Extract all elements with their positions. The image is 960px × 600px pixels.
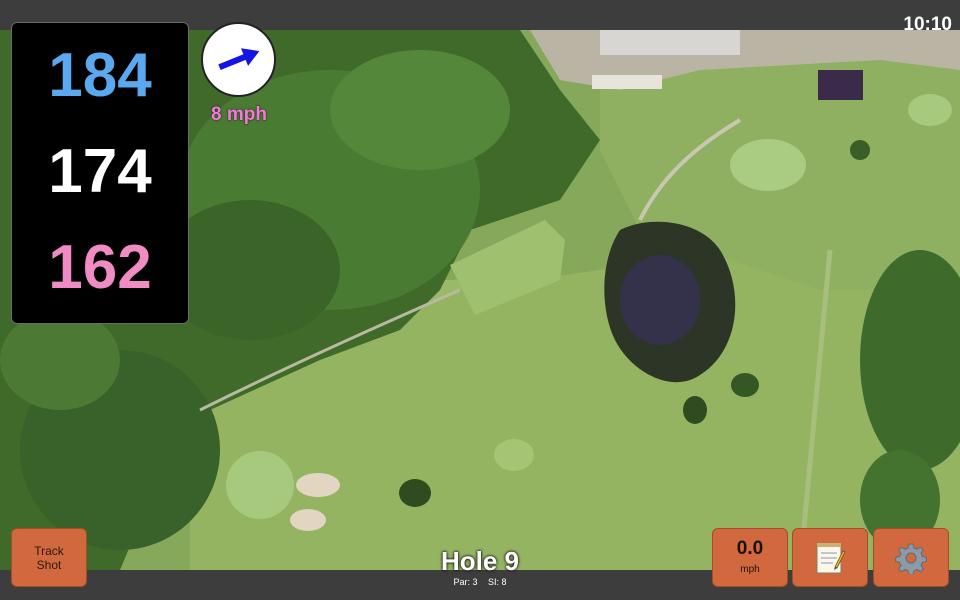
- hole-title: Hole 9: [440, 546, 520, 576]
- track-shot-label-line1: Track: [34, 543, 64, 558]
- settings-button[interactable]: [873, 528, 949, 587]
- status-clock: 10:10: [903, 14, 952, 35]
- speed-value: 0.0: [736, 538, 764, 559]
- speed-button[interactable]: 0.0 mph: [712, 528, 788, 587]
- front-yardage: 162: [48, 233, 152, 302]
- hole-info: Par: 3 SI: 8: [380, 577, 580, 587]
- track-shot-label-line2: Shot: [36, 557, 62, 572]
- track-shot-button[interactable]: Track Shot: [11, 528, 87, 587]
- wind-speed-label: 8 mph: [211, 104, 267, 125]
- notes-button[interactable]: [792, 528, 868, 587]
- yardage-panel: 184 174 162: [11, 22, 189, 324]
- speed-unit: mph: [740, 564, 760, 575]
- middle-yardage: 174: [48, 137, 152, 206]
- notepad-icon: [816, 542, 845, 573]
- hole-par: Par: 3: [453, 577, 478, 587]
- back-yardage: 184: [48, 41, 152, 110]
- wind-arrow-icon: [218, 48, 260, 70]
- wind-dial: [201, 22, 276, 97]
- gear-icon: [895, 543, 927, 574]
- hole-stroke-index: SI: 8: [488, 577, 507, 587]
